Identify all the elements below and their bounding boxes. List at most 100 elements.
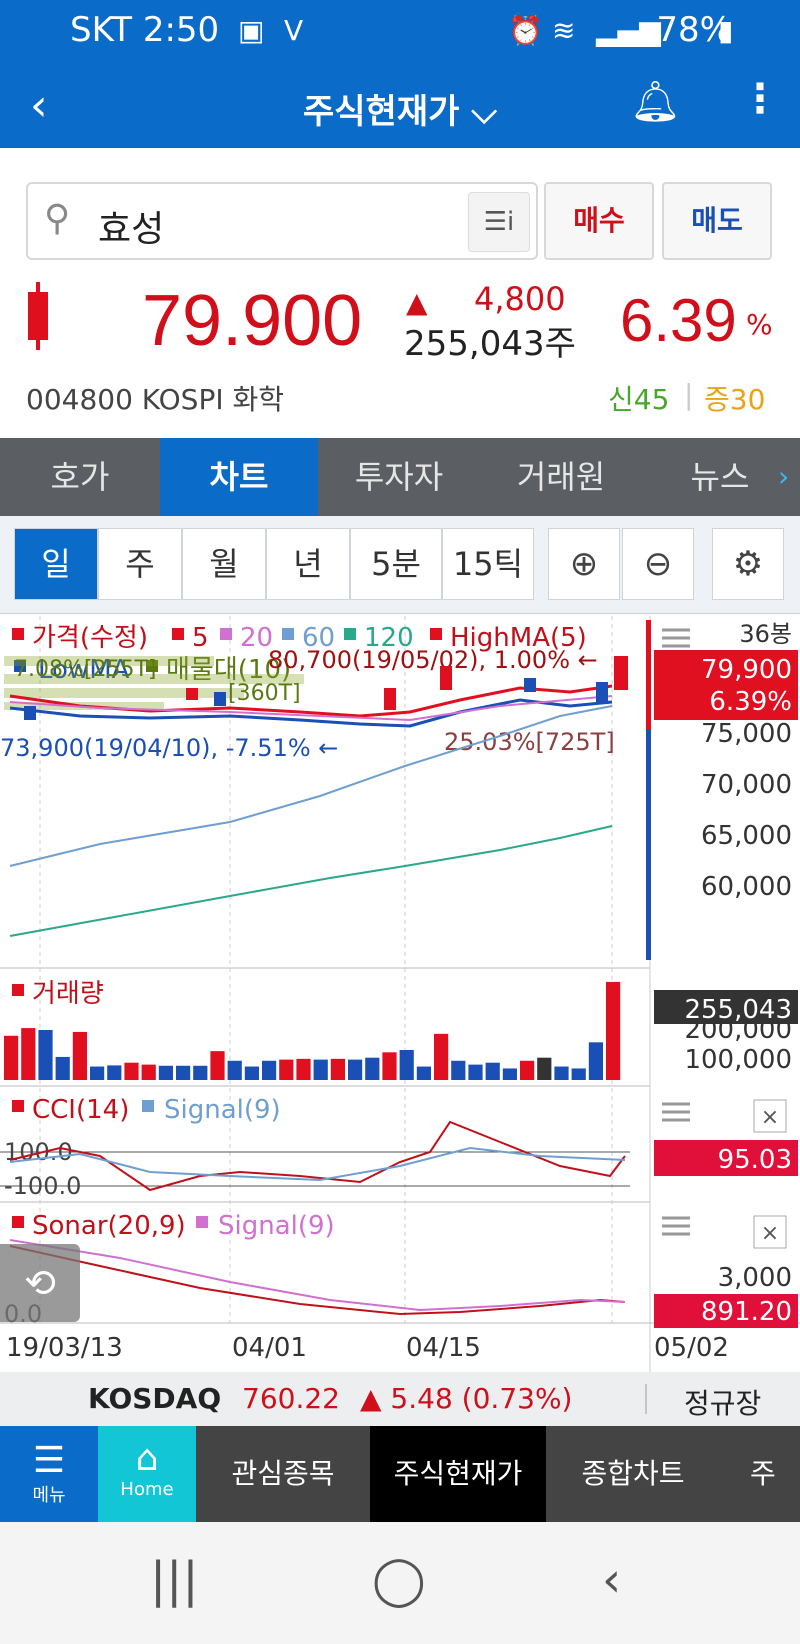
tab-news[interactable]: 뉴스 [642,438,798,516]
more-icon[interactable]: ⋮ [740,76,780,122]
menu-button[interactable]: ☰ 메뉴 [0,1426,98,1522]
period-15tick[interactable]: 15틱 [442,528,534,600]
status-bar: SKT 2:50 ▣ V ⏰ ≋ ▂▄▆ 78% ▮ [0,0,800,64]
period-day[interactable]: 일 [14,528,98,600]
x-date: 19/03/13 [6,1333,123,1363]
kosdaq-value: 760.22 [242,1382,340,1415]
volume-bar [38,1030,53,1080]
volume-bar [158,1065,173,1080]
stock-chart[interactable]: 79,900 6.39% 36봉 75,000 70,000 65,000 60… [0,616,800,1372]
stock-info: 004800 KOSPI 화학 [26,383,285,416]
price-change: 4,800 [474,280,566,318]
y-tick: 60,000 [701,872,792,902]
low-annotation: 73,900(19/04/10), -7.51% ← [0,734,338,762]
volume-bar [262,1060,277,1080]
volume-bar [90,1066,105,1080]
alarm-icon: ⏰ [508,14,543,47]
volume-bar [571,1068,586,1080]
search-icon: ⚲ [44,198,71,239]
sonar-signal-legend: Signal(9) [218,1211,335,1241]
volume-bar [107,1065,122,1080]
sell-button[interactable]: 매도 [662,182,772,260]
nav-current-price[interactable]: 주식현재가 [370,1426,546,1522]
volume-bar [72,1031,87,1080]
svg-text:×: × [761,1221,779,1246]
zoom-out-icon[interactable]: ⊖ [622,528,694,600]
volume-bar [55,1056,70,1080]
x-date: 04/15 [406,1333,481,1363]
home-key-icon[interactable]: ◯ [372,1552,426,1608]
bell-icon[interactable]: 🔔︎ [630,78,681,125]
search-query[interactable]: 효성 [98,200,164,252]
cci-legend: CCI(14) [32,1095,129,1125]
tab-broker[interactable]: 거래원 [480,438,642,516]
nav-stock[interactable]: 주식 [720,1426,800,1586]
kosdaq-ticker[interactable]: KOSDAQ 760.22 ▲ 5.48 (0.73%) 정규장 [0,1372,800,1426]
vp-annotation: 7.08%[255T] [14,657,156,682]
vol-tick: 100,000 [684,1045,792,1075]
volume-bar [468,1064,483,1080]
volume-bar [502,1068,517,1080]
rotate-screen-icon[interactable]: ⟲ [0,1244,80,1322]
cci-badge: 95.03 [718,1145,792,1175]
x-date: 04/01 [232,1333,307,1363]
legend-ma5: 5 [192,623,209,653]
percent-sign: % [746,308,773,341]
battery-icon: ▮ [718,14,734,47]
price-badge-percent: 6.39% [709,687,792,717]
period-month[interactable]: 월 [182,528,266,600]
app-bar: ‹ 주식현재가 ⌵ 🔔︎ ⋮ [0,64,800,148]
buy-button[interactable]: 매수 [544,182,654,260]
volume-bar [606,981,621,1080]
stock-search-field[interactable]: ⚲ 효성 ☰i [26,182,538,260]
menu-icon: ☰ [32,1440,66,1481]
signal-icon: ▂▄▆ [596,14,661,47]
period-5min[interactable]: 5분 [350,528,442,600]
svg-text:×: × [761,1105,779,1130]
system-back-icon[interactable]: ‹ [602,1552,621,1608]
zoom-in-icon[interactable]: ⊕ [548,528,620,600]
kosdaq-delta: ▲ 5.48 (0.73%) [360,1382,573,1415]
x-date: 05/02 [654,1333,729,1363]
stock-list-icon[interactable]: ☰i [468,192,530,252]
volume-bar [451,1060,466,1080]
sonar-tick: 3,000 [718,1263,792,1293]
badge-divider: | [684,378,694,411]
volume-bar [279,1059,294,1080]
volume-bar [399,1050,414,1080]
wifi-icon: ≋ [552,14,576,47]
volume-bar [434,1033,449,1080]
volume-badge: 255,043 [684,995,792,1025]
home-button[interactable]: ⌂ Home [98,1426,196,1522]
volume-bar [313,1059,328,1080]
period-week[interactable]: 주 [98,528,182,600]
kosdaq-name: KOSDAQ [88,1382,222,1415]
carrier-time: SKT 2:50 [70,10,220,50]
nav-watchlist[interactable]: 관심종목 [196,1426,370,1522]
volume-bar [416,1066,431,1080]
volume-bar [382,1052,397,1080]
settings-icon[interactable]: ⚙ [712,528,784,600]
volume-bar [365,1057,380,1080]
volume-bar [296,1058,311,1080]
chart-area[interactable]: 79,900 6.39% 36봉 75,000 70,000 65,000 60… [0,616,800,1372]
current-price: 79.900 [142,281,363,361]
volume-bar [210,1051,225,1080]
legend-price: 가격(수정) [32,623,148,653]
tab-chart[interactable]: 차트 [160,438,318,516]
volume-label: 거래량 [32,979,104,1009]
volume-bar [193,1065,208,1080]
price-badge-value: 79,900 [701,655,792,685]
volume-bar [588,1042,603,1080]
tab-orderbook[interactable]: 호가 [0,438,160,516]
period-year[interactable]: 년 [266,528,350,600]
y-tick: 70,000 [701,770,792,800]
tab-scroll-icon[interactable]: › [778,460,789,493]
recent-apps-icon[interactable]: ||| [150,1552,199,1608]
change-percent: 6.39 [620,287,737,354]
nav-combined-chart[interactable]: 종합차트 [546,1426,720,1522]
volume-bar [176,1065,191,1080]
tab-investor[interactable]: 투자자 [318,438,480,516]
new-credit-badge: 신45 [608,383,670,416]
vp-annotation: 25.03%[725T] [444,728,615,756]
